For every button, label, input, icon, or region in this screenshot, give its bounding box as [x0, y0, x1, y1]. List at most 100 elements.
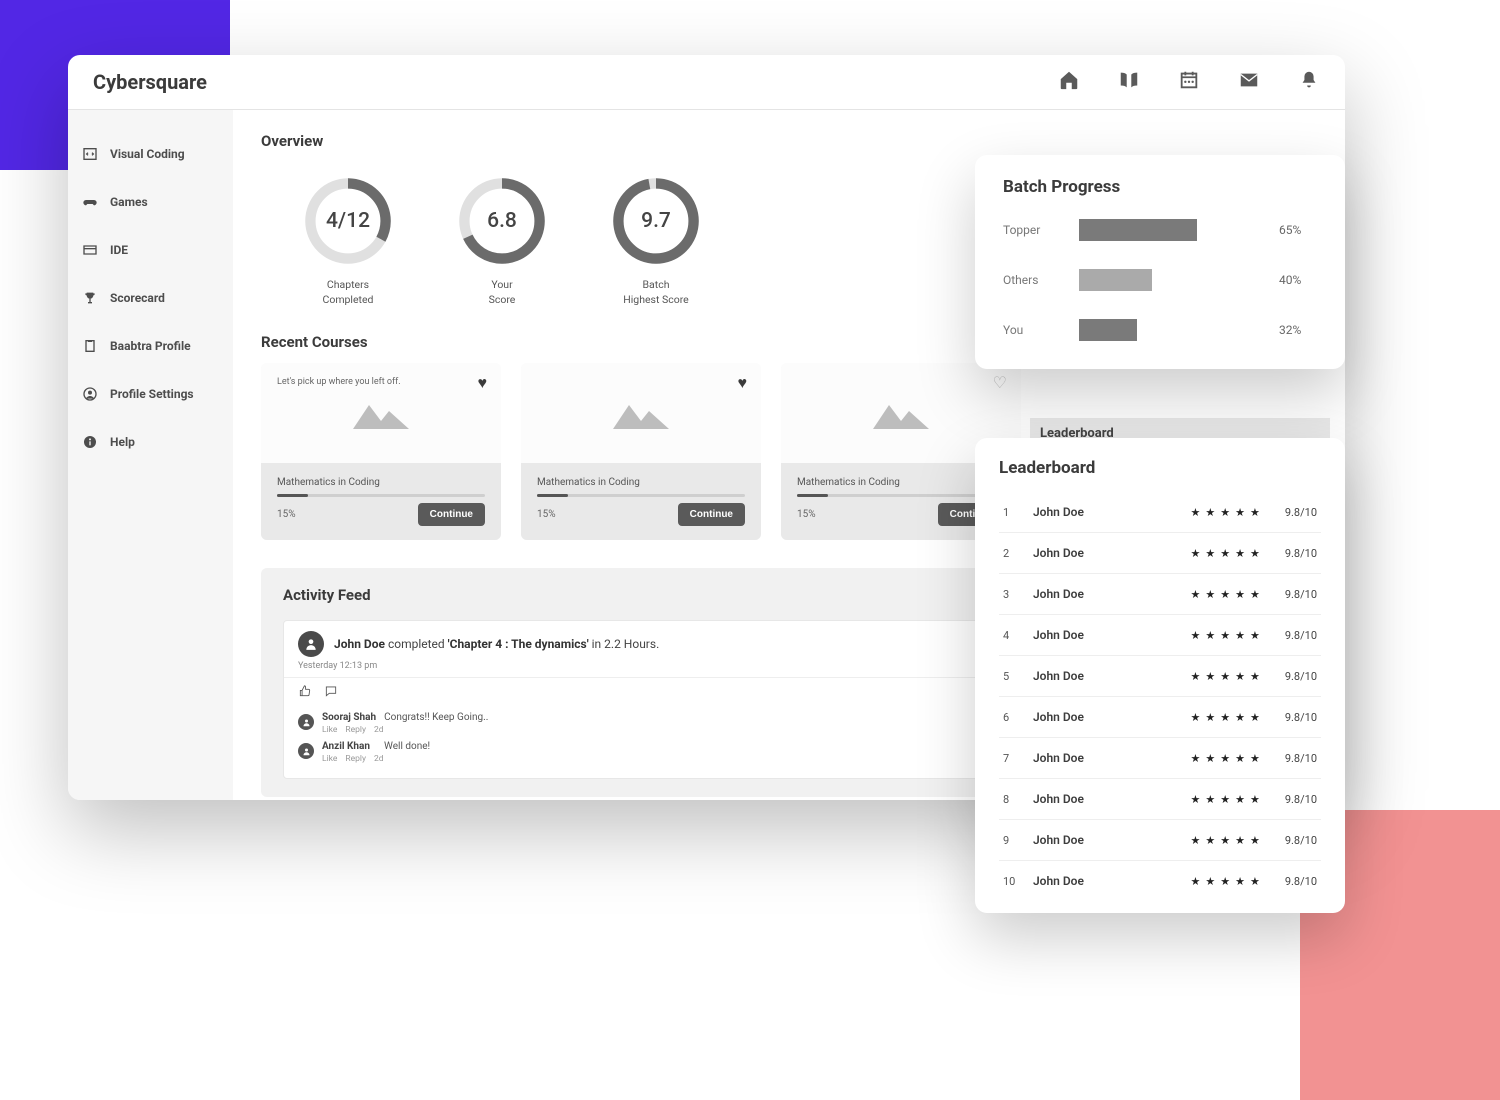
- batch-bar: [1079, 269, 1261, 291]
- reply-link[interactable]: Reply: [345, 725, 366, 735]
- stars-icon: ★★★★★: [1191, 834, 1265, 847]
- feed-user: John Doe: [334, 637, 385, 651]
- rank: 3: [1003, 588, 1033, 601]
- score: 9.8/10: [1285, 588, 1317, 601]
- course-card[interactable]: Let's pick up where you left off. ♥ Math…: [261, 363, 501, 540]
- heart-icon[interactable]: ♡: [993, 373, 1007, 392]
- comment-text: Well done!: [384, 741, 430, 752]
- feed-item-name: 'Chapter 4 : The dynamics': [448, 637, 589, 651]
- progress-bar: [537, 494, 745, 497]
- leaderboard-row[interactable]: 9 John Doe ★★★★★ 9.8/10: [999, 820, 1321, 861]
- leaderboard-row[interactable]: 1 John Doe ★★★★★ 9.8/10: [999, 492, 1321, 533]
- player-name: John Doe: [1033, 546, 1191, 560]
- sidebar-item-games[interactable]: Games: [68, 178, 233, 226]
- like-link[interactable]: Like: [322, 754, 337, 764]
- stars-icon: ★★★★★: [1191, 506, 1265, 519]
- leaderboard-row[interactable]: 3 John Doe ★★★★★ 9.8/10: [999, 574, 1321, 615]
- clipboard-icon: [82, 338, 98, 354]
- batch-label: Topper: [1003, 223, 1079, 237]
- percent-label: 15%: [277, 509, 296, 520]
- player-name: John Doe: [1033, 628, 1191, 642]
- stars-icon: ★★★★★: [1191, 875, 1265, 888]
- course-title: Mathematics in Coding: [277, 477, 485, 488]
- leaderboard-row[interactable]: 2 John Doe ★★★★★ 9.8/10: [999, 533, 1321, 574]
- rank: 1: [1003, 506, 1033, 519]
- sidebar-item-profile-settings[interactable]: Profile Settings: [68, 370, 233, 418]
- topbar: Cybersquare: [68, 55, 1345, 110]
- batch-row: Topper 65%: [1003, 219, 1317, 241]
- course-title: Mathematics in Coding: [797, 477, 1005, 488]
- leaderboard-row[interactable]: 10 John Doe ★★★★★ 9.8/10: [999, 861, 1321, 901]
- percent-label: 15%: [537, 509, 556, 520]
- image-placeholder-icon: [611, 395, 671, 431]
- batch-label: You: [1003, 323, 1079, 337]
- batch-progress-card: Batch Progress Topper 65%Others 40%You 3…: [975, 155, 1345, 369]
- leaderboard-row[interactable]: 4 John Doe ★★★★★ 9.8/10: [999, 615, 1321, 656]
- feed-extra: in 2.2 Hours.: [589, 637, 660, 651]
- leaderboard-row[interactable]: 7 John Doe ★★★★★ 9.8/10: [999, 738, 1321, 779]
- comment-author: Anzil Khan: [322, 741, 376, 752]
- metric-caption: YourScore: [489, 278, 516, 307]
- score: 9.8/10: [1285, 834, 1317, 847]
- course-card[interactable]: ♥ Mathematics in Coding 15% Continue: [521, 363, 761, 540]
- thumbs-up-icon[interactable]: [298, 684, 312, 698]
- sidebar-item-scorecard[interactable]: Scorecard: [68, 274, 233, 322]
- comment-body: Anzil Khan Well done! Like Reply 2d: [322, 741, 430, 764]
- sidebar-item-ide[interactable]: IDE: [68, 226, 233, 274]
- course-title: Mathematics in Coding: [537, 477, 745, 488]
- metric: 9.7 BatchHighest Score: [609, 174, 703, 307]
- continue-button[interactable]: Continue: [678, 503, 745, 526]
- image-placeholder-icon: [871, 395, 931, 431]
- comment-age: 2d: [374, 754, 384, 764]
- mail-icon[interactable]: [1238, 69, 1260, 95]
- comment-icon[interactable]: [324, 684, 338, 698]
- metric-caption: BatchHighest Score: [623, 278, 689, 307]
- continue-button[interactable]: Continue: [418, 503, 485, 526]
- calendar-icon[interactable]: [1178, 69, 1200, 95]
- score: 9.8/10: [1285, 875, 1317, 888]
- sidebar-item-help[interactable]: Help: [68, 418, 233, 466]
- sidebar-label: Profile Settings: [110, 387, 194, 401]
- score: 9.8/10: [1285, 670, 1317, 683]
- leaderboard-row[interactable]: 6 John Doe ★★★★★ 9.8/10: [999, 697, 1321, 738]
- course-info: Mathematics in Coding 15% Continue: [261, 463, 501, 540]
- comment-meta: LikeReply2d: [322, 725, 488, 735]
- score: 9.8/10: [1285, 506, 1317, 519]
- rank: 5: [1003, 670, 1033, 683]
- reply-link[interactable]: Reply: [345, 754, 366, 764]
- avatar-icon: [298, 714, 314, 730]
- leaderboard-row[interactable]: 8 John Doe ★★★★★ 9.8/10: [999, 779, 1321, 820]
- comment-text: Congrats!! Keep Going..: [384, 712, 488, 723]
- recent-title: Recent Courses: [261, 333, 368, 351]
- player-name: John Doe: [1033, 751, 1191, 765]
- stars-icon: ★★★★★: [1191, 711, 1265, 724]
- player-name: John Doe: [1033, 710, 1191, 724]
- batch-label: Others: [1003, 273, 1079, 287]
- heart-icon[interactable]: ♥: [478, 373, 488, 393]
- home-icon[interactable]: [1058, 69, 1080, 95]
- metric: 4/12 ChaptersCompleted: [301, 174, 395, 307]
- metric-caption: ChaptersCompleted: [323, 278, 374, 307]
- rank: 10: [1003, 875, 1033, 888]
- leaderboard-title: Leaderboard: [999, 458, 1321, 478]
- score: 9.8/10: [1285, 547, 1317, 560]
- sidebar-label: Baabtra Profile: [110, 339, 191, 353]
- heart-icon[interactable]: ♥: [738, 373, 748, 393]
- rank: 9: [1003, 834, 1033, 847]
- progress-bar: [277, 494, 485, 497]
- sidebar-item-baabtra-profile[interactable]: Baabtra Profile: [68, 322, 233, 370]
- topbar-icons: [1058, 69, 1320, 95]
- overview-title: Overview: [261, 132, 1317, 150]
- batch-percent: 32%: [1279, 323, 1317, 337]
- sidebar-item-visual-coding[interactable]: Visual Coding: [68, 130, 233, 178]
- score: 9.8/10: [1285, 793, 1317, 806]
- code-block-icon: [82, 146, 98, 162]
- leaderboard-row[interactable]: 5 John Doe ★★★★★ 9.8/10: [999, 656, 1321, 697]
- metric-value: 9.7: [609, 174, 703, 268]
- comment-body: Sooraj ShahCongrats!! Keep Going.. LikeR…: [322, 712, 488, 735]
- bell-icon[interactable]: [1298, 69, 1320, 95]
- book-icon[interactable]: [1118, 69, 1140, 95]
- rank: 6: [1003, 711, 1033, 724]
- like-link[interactable]: Like: [322, 725, 337, 735]
- gamepad-icon: [82, 194, 98, 210]
